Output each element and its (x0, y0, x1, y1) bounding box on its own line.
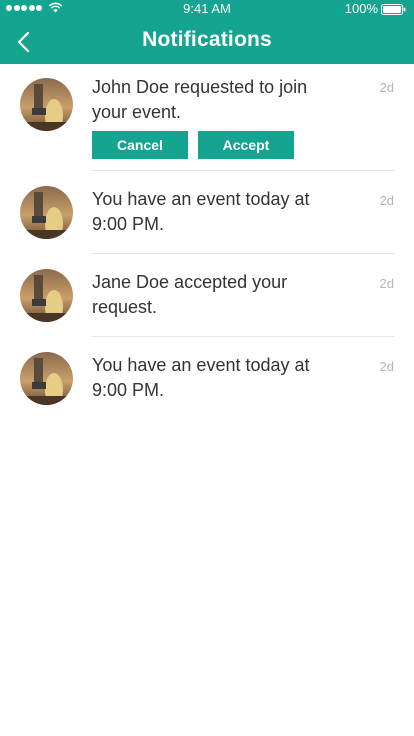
cancel-button[interactable]: Cancel (92, 131, 188, 159)
avatar (20, 352, 73, 405)
list-item[interactable]: John Doe requested to join your event. C… (0, 64, 414, 171)
list-item[interactable]: Jane Doe accepted your request. 2d (0, 254, 414, 337)
battery-percent: 100% (344, 1, 378, 16)
request-actions: Cancel Accept (92, 131, 394, 159)
notification-message: You have an event today at 9:00 PM. (92, 189, 310, 234)
notification-time: 2d (379, 80, 394, 95)
notification-message: John Doe requested to join your event. (92, 77, 308, 122)
notification-time: 2d (379, 276, 394, 291)
notification-message: Jane Doe accepted your request. (92, 272, 288, 317)
battery-icon (381, 4, 406, 15)
avatar (20, 186, 73, 239)
nav-bar: Notifications (0, 18, 414, 64)
notification-time: 2d (379, 359, 394, 374)
notification-list: John Doe requested to join your event. C… (0, 64, 414, 420)
notification-message: You have an event today at 9:00 PM. (92, 355, 310, 400)
status-bar: 9:41 AM 100% (0, 0, 414, 18)
avatar (20, 78, 73, 131)
page-title: Notifications (142, 28, 272, 51)
notification-time: 2d (379, 193, 394, 208)
avatar (20, 269, 73, 322)
list-item[interactable]: You have an event today at 9:00 PM. 2d (0, 337, 414, 420)
list-item[interactable]: You have an event today at 9:00 PM. 2d (0, 171, 414, 254)
accept-button[interactable]: Accept (198, 131, 294, 159)
